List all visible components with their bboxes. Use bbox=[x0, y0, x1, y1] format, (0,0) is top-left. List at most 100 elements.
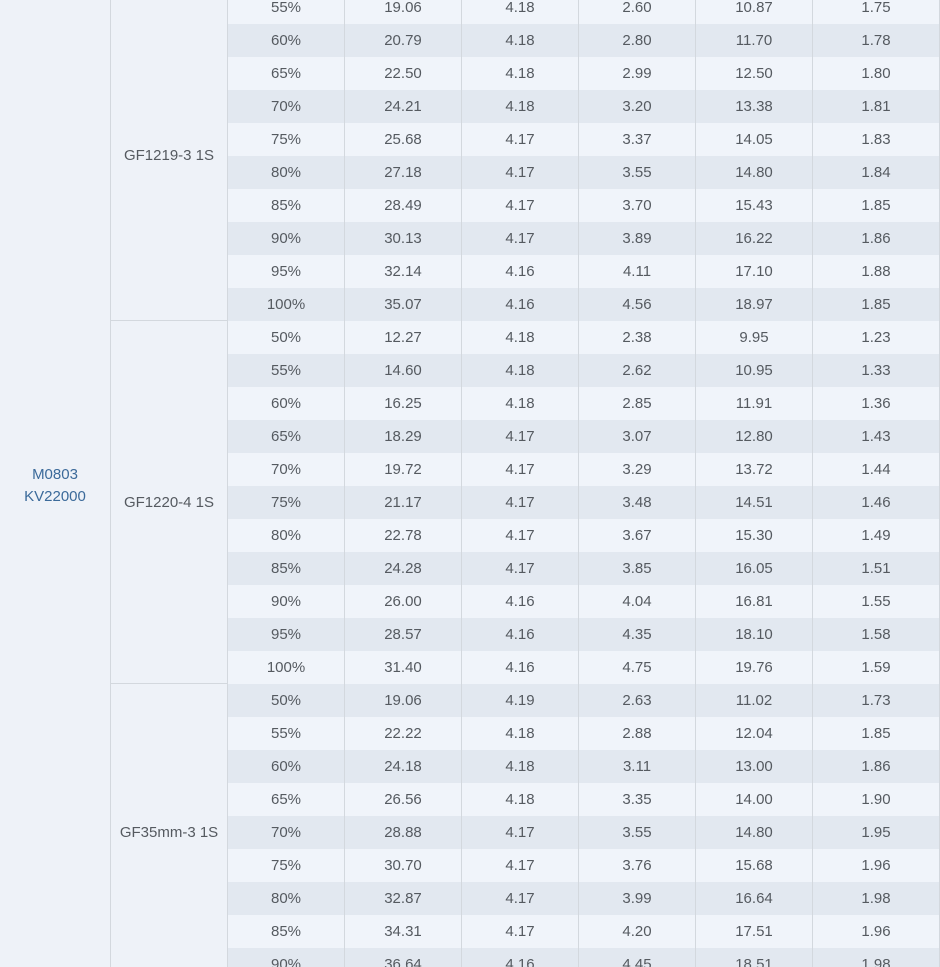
table-row: 70% 24.21 4.18 3.20 13.38 1.81 bbox=[227, 90, 940, 123]
table-row: 60% 20.79 4.18 2.80 11.70 1.78 bbox=[227, 24, 940, 57]
power-cell: 13.00 bbox=[695, 750, 812, 783]
throttle-cell: 55% bbox=[227, 354, 344, 387]
voltage-cell: 4.17 bbox=[461, 156, 578, 189]
efficiency-cell: 1.88 bbox=[812, 255, 940, 288]
motor-kv-value: KV22000 bbox=[24, 488, 86, 505]
current-cell: 4.04 bbox=[578, 585, 695, 618]
thrust-cell: 20.79 bbox=[344, 24, 461, 57]
voltage-cell: 4.17 bbox=[461, 123, 578, 156]
current-cell: 3.48 bbox=[578, 486, 695, 519]
power-cell: 15.30 bbox=[695, 519, 812, 552]
thrust-cell: 36.64 bbox=[344, 948, 461, 967]
current-cell: 4.20 bbox=[578, 915, 695, 948]
efficiency-cell: 1.75 bbox=[812, 0, 940, 24]
table-row: 85% 24.28 4.17 3.85 16.05 1.51 bbox=[227, 552, 940, 585]
power-cell: 15.68 bbox=[695, 849, 812, 882]
power-cell: 14.80 bbox=[695, 156, 812, 189]
voltage-cell: 4.18 bbox=[461, 321, 578, 354]
efficiency-cell: 1.98 bbox=[812, 948, 940, 967]
voltage-cell: 4.17 bbox=[461, 453, 578, 486]
table-row: 95% 28.57 4.16 4.35 18.10 1.58 bbox=[227, 618, 940, 651]
current-cell: 3.99 bbox=[578, 882, 695, 915]
efficiency-cell: 1.86 bbox=[812, 750, 940, 783]
current-cell: 2.38 bbox=[578, 321, 695, 354]
performance-table: M0803 KV22000 GF1219-3 1S 55% 19.06 4.18 2.6… bbox=[0, 0, 940, 967]
efficiency-cell: 1.84 bbox=[812, 156, 940, 189]
efficiency-cell: 1.95 bbox=[812, 816, 940, 849]
throttle-cell: 70% bbox=[227, 90, 344, 123]
current-cell: 3.55 bbox=[578, 156, 695, 189]
thrust-cell: 19.06 bbox=[344, 0, 461, 24]
efficiency-cell: 1.59 bbox=[812, 651, 940, 684]
voltage-cell: 4.18 bbox=[461, 90, 578, 123]
voltage-cell: 4.18 bbox=[461, 24, 578, 57]
efficiency-cell: 1.86 bbox=[812, 222, 940, 255]
thrust-cell: 31.40 bbox=[344, 651, 461, 684]
current-cell: 2.85 bbox=[578, 387, 695, 420]
thrust-cell: 18.29 bbox=[344, 420, 461, 453]
voltage-cell: 4.18 bbox=[461, 354, 578, 387]
throttle-cell: 90% bbox=[227, 948, 344, 967]
current-cell: 3.29 bbox=[578, 453, 695, 486]
throttle-cell: 55% bbox=[227, 0, 344, 24]
propeller-model-name: GF1220-4 1S bbox=[123, 493, 215, 511]
throttle-cell: 85% bbox=[227, 189, 344, 222]
table-row: 95% 32.14 4.16 4.11 17.10 1.88 bbox=[227, 255, 940, 288]
table-row: 80% 27.18 4.17 3.55 14.80 1.84 bbox=[227, 156, 940, 189]
efficiency-cell: 1.46 bbox=[812, 486, 940, 519]
efficiency-cell: 1.83 bbox=[812, 123, 940, 156]
table-row: 70% 19.72 4.17 3.29 13.72 1.44 bbox=[227, 453, 940, 486]
thrust-cell: 28.49 bbox=[344, 189, 461, 222]
throttle-cell: 95% bbox=[227, 255, 344, 288]
table-row: 55% 22.22 4.18 2.88 12.04 1.85 bbox=[227, 717, 940, 750]
power-cell: 16.05 bbox=[695, 552, 812, 585]
efficiency-cell: 1.90 bbox=[812, 783, 940, 816]
voltage-cell: 4.17 bbox=[461, 849, 578, 882]
current-cell: 3.11 bbox=[578, 750, 695, 783]
current-cell: 3.07 bbox=[578, 420, 695, 453]
table-row: 75% 30.70 4.17 3.76 15.68 1.96 bbox=[227, 849, 940, 882]
throttle-cell: 90% bbox=[227, 585, 344, 618]
thrust-cell: 25.68 bbox=[344, 123, 461, 156]
power-cell: 11.91 bbox=[695, 387, 812, 420]
thrust-cell: 28.57 bbox=[344, 618, 461, 651]
power-cell: 14.51 bbox=[695, 486, 812, 519]
thrust-cell: 22.50 bbox=[344, 57, 461, 90]
thrust-cell: 30.13 bbox=[344, 222, 461, 255]
throttle-cell: 70% bbox=[227, 816, 344, 849]
efficiency-cell: 1.81 bbox=[812, 90, 940, 123]
table-row: 65% 18.29 4.17 3.07 12.80 1.43 bbox=[227, 420, 940, 453]
power-cell: 18.10 bbox=[695, 618, 812, 651]
voltage-cell: 4.16 bbox=[461, 255, 578, 288]
throttle-cell: 50% bbox=[227, 321, 344, 354]
thrust-cell: 16.25 bbox=[344, 387, 461, 420]
thrust-cell: 28.88 bbox=[344, 816, 461, 849]
throttle-cell: 60% bbox=[227, 24, 344, 57]
current-cell: 3.67 bbox=[578, 519, 695, 552]
current-cell: 3.20 bbox=[578, 90, 695, 123]
throttle-cell: 60% bbox=[227, 387, 344, 420]
thrust-cell: 35.07 bbox=[344, 288, 461, 321]
throttle-cell: 95% bbox=[227, 618, 344, 651]
efficiency-cell: 1.96 bbox=[812, 915, 940, 948]
table-row: 65% 26.56 4.18 3.35 14.00 1.90 bbox=[227, 783, 940, 816]
power-cell: 17.10 bbox=[695, 255, 812, 288]
current-cell: 2.88 bbox=[578, 717, 695, 750]
thrust-cell: 24.28 bbox=[344, 552, 461, 585]
power-cell: 14.80 bbox=[695, 816, 812, 849]
current-cell: 2.60 bbox=[578, 0, 695, 24]
power-cell: 10.95 bbox=[695, 354, 812, 387]
voltage-cell: 4.19 bbox=[461, 684, 578, 717]
propeller-model-name: GF1219-3 1S bbox=[123, 147, 215, 164]
table-row: 65% 22.50 4.18 2.99 12.50 1.80 bbox=[227, 57, 940, 90]
voltage-cell: 4.17 bbox=[461, 189, 578, 222]
throttle-cell: 55% bbox=[227, 717, 344, 750]
table-row: 55% 14.60 4.18 2.62 10.95 1.33 bbox=[227, 354, 940, 387]
thrust-cell: 21.17 bbox=[344, 486, 461, 519]
current-cell: 3.55 bbox=[578, 816, 695, 849]
power-cell: 16.22 bbox=[695, 222, 812, 255]
efficiency-cell: 1.49 bbox=[812, 519, 940, 552]
voltage-cell: 4.17 bbox=[461, 816, 578, 849]
table-row: 75% 25.68 4.17 3.37 14.05 1.83 bbox=[227, 123, 940, 156]
table-row: 50% 12.27 4.18 2.38 9.95 1.23 bbox=[227, 321, 940, 354]
